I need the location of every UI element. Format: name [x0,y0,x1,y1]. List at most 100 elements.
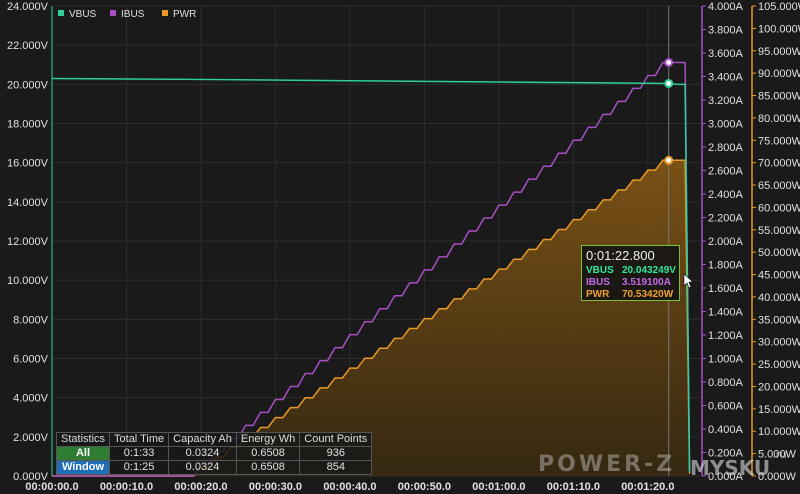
stats-header-energy: Energy Wh [235,432,301,447]
y-tick-label-power: 70.000W [758,158,800,170]
y-tick-label-voltage: 14.000V [7,197,49,209]
tooltip-label: IBUS [586,277,610,288]
tooltip-value: 20.043249V [622,265,676,276]
y-tick-label-voltage: 22.000V [7,40,49,52]
x-tick-label: 00:00:20.0 [174,481,227,493]
y-tick-label-current: 4.000A [708,1,744,13]
tooltip-label: PWR [586,289,610,300]
y-tick-label-voltage: 4.000V [13,393,49,405]
cursor-marker-ibus [664,58,674,68]
y-tick-label-current: 3.000A [708,119,744,131]
y-tick-label-power: 10.000W [758,426,800,438]
y-tick-label-voltage: 2.000V [13,432,49,444]
legend-label-pwr: PWR [173,9,196,20]
y-tick-label-voltage: 20.000V [7,79,49,91]
stats-row-window: Window 0:1:25 0.0324 0.6508 854 [55,460,373,475]
y-tick-label-power: 85.000W [758,91,800,103]
x-tick-label: 00:01:00.0 [472,481,525,493]
stats-header-total-time: Total Time [109,432,170,447]
cursor-marker-vbus [664,78,674,88]
y-tick-label-current: 3.800A [708,25,744,37]
legend-swatch-vbus [58,10,64,16]
tooltip-time: 0:01:22.800 [586,248,655,263]
y-tick-label-power: 50.000W [758,247,800,259]
stats-cell: 0:1:25 [109,460,170,475]
y-tick-label-power: 60.000W [758,202,800,214]
stats-cell: 0.6508 [235,446,301,461]
stats-cell: 0:1:33 [109,446,170,461]
y-tick-label-power: 80.000W [758,113,800,125]
watermark-tld: .ru [772,448,787,461]
y-tick-label-power: 90.000W [758,68,800,80]
y-tick-label-power: 25.000W [758,359,800,371]
y-tick-label-power: 55.000W [758,225,800,237]
y-tick-label-voltage: 6.000V [13,354,49,366]
statistics-table: Statistics Total Time Capacity Ah Energy… [55,432,373,475]
y-tick-label-power: 95.000W [758,46,800,58]
y-tick-label-voltage: 24.000V [7,1,49,13]
stats-row-all: All 0:1:33 0.0324 0.6508 936 [55,446,373,461]
y-tick-label-current: 3.600A [708,48,744,60]
x-tick-label: 00:01:20.0 [621,481,674,493]
tooltip-row-pwr: PWR 70.53420W [586,289,673,300]
y-tick-label-voltage: 16.000V [7,158,49,170]
y-tick-label-current: 3.200A [708,95,744,107]
y-tick-label-current: 1.200A [708,330,744,342]
y-tick-label-current: 2.200A [708,213,744,225]
legend-swatch-pwr [162,10,168,16]
y-tick-label-current: 1.600A [708,283,744,295]
cursor-tooltip: 0:01:22.800 VBUS 20.043249V IBUS 3.51910… [581,245,680,301]
y-tick-label-current: 2.600A [708,166,744,178]
y-tick-label-power: 65.000W [758,180,800,192]
stats-header-capacity: Capacity Ah [168,432,237,447]
stats-row-window-label[interactable]: Window [55,460,111,475]
y-tick-label-current: 2.000A [708,236,744,248]
chart-canvas[interactable]: 0.000V2.000V4.000V6.000V8.000V10.000V12.… [0,0,800,494]
y-tick-label-power: 100.000W [758,23,800,35]
stats-cell: 0.6508 [235,460,301,475]
y-tick-label-current: 0.400A [708,424,744,436]
x-tick-label: 00:00:30.0 [249,481,302,493]
cursor-marker-pwr [664,155,674,165]
legend-swatch-ibus [110,10,116,16]
x-tick-label: 00:01:10.0 [547,481,600,493]
y-tick-label-current: 2.400A [708,189,744,201]
tooltip-row-vbus: VBUS 20.043249V [586,265,676,276]
stats-cell: 0.0324 [168,460,237,475]
y-tick-label-power: 35.000W [758,314,800,326]
y-tick-label-current: 0.800A [708,377,744,389]
stats-cell: 854 [299,460,373,475]
legend-label-vbus: VBUS [69,9,97,20]
stats-cell: 0.0324 [168,446,237,461]
tooltip-row-ibus: IBUS 3.519100A [586,277,671,288]
x-tick-label: 00:00:00.0 [25,481,78,493]
y-tick-label-power: 75.000W [758,135,800,147]
stats-header-count: Count Points [299,432,373,447]
y-tick-label-power: 20.000W [758,381,800,393]
tooltip-label: VBUS [586,265,614,276]
legend-label-ibus: IBUS [121,9,145,20]
y-tick-label-power: 105.000W [758,1,800,13]
tooltip-value: 70.53420W [622,289,674,300]
legend: VBUS IBUS PWR [58,9,196,20]
y-tick-label-voltage: 12.000V [7,236,49,248]
stats-cell: 936 [299,446,373,461]
x-tick-label: 00:00:40.0 [323,481,376,493]
x-tick-label: 00:00:10.0 [100,481,153,493]
y-tick-label-current: 3.400A [708,72,744,84]
y-tick-label-power: 40.000W [758,292,800,304]
y-tick-label-voltage: 8.000V [13,314,49,326]
y-tick-label-voltage: 10.000V [7,275,49,287]
stats-header-statistics: Statistics [55,432,111,447]
y-tick-label-current: 1.800A [708,260,744,272]
watermark-site: MYSKU [690,456,771,480]
x-tick-label: 00:00:50.0 [398,481,451,493]
y-tick-label-current: 2.800A [708,142,744,154]
y-tick-label-power: 15.000W [758,404,800,416]
y-tick-label-current: 0.600A [708,401,744,413]
y-tick-label-current: 1.400A [708,307,744,319]
y-tick-label-power: 45.000W [758,270,800,282]
stats-row-all-label[interactable]: All [55,446,111,461]
y-tick-label-power: 30.000W [758,337,800,349]
tooltip-value: 3.519100A [622,277,671,288]
